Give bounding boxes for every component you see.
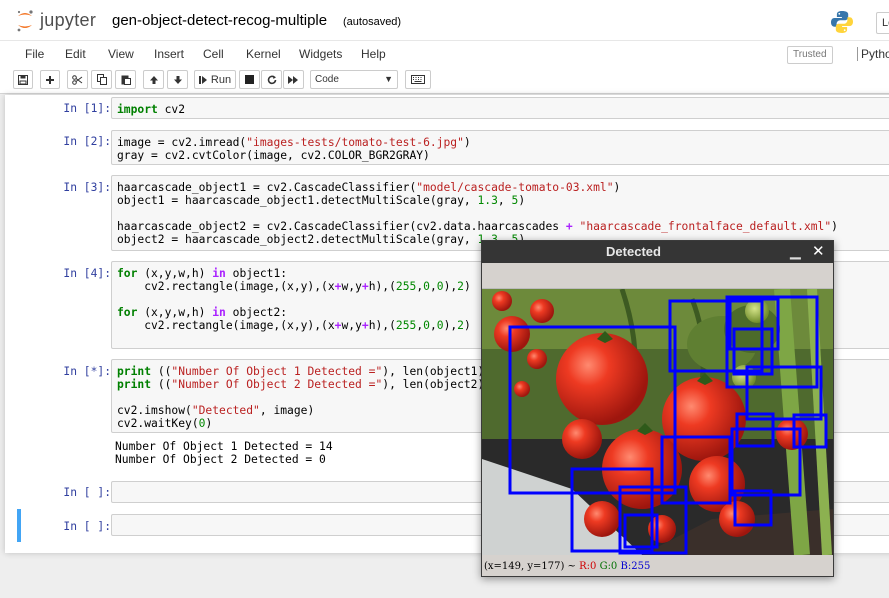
cell-prompt: In [*]:	[63, 365, 111, 378]
close-icon[interactable]: ✕	[812, 242, 825, 260]
jupyter-logo-text: jupyter	[40, 9, 97, 30]
python-logo-icon	[830, 10, 854, 39]
window-titlebar[interactable]: Detected ▁ ✕	[482, 241, 833, 263]
selected-cell-indicator	[17, 509, 21, 542]
cell-prompt: In [4]:	[63, 267, 111, 280]
interrupt-button[interactable]	[239, 70, 260, 89]
code-editor[interactable]: image = cv2.imread("images-tests/tomato-…	[111, 130, 889, 165]
jupyter-logo-icon	[14, 9, 36, 32]
stop-icon	[245, 75, 254, 84]
minimize-icon[interactable]: ▁	[790, 243, 801, 260]
cell-prompt: In [ ]:	[63, 486, 111, 499]
move-down-button[interactable]	[167, 70, 188, 89]
menu-view[interactable]: View	[108, 47, 134, 61]
window-title: Detected	[606, 244, 661, 259]
notebook-header: jupyter gen-object-detect-recog-multiple…	[0, 0, 889, 40]
kernel-indicator[interactable]: Pytho	[857, 47, 889, 61]
fast-forward-icon	[288, 75, 298, 84]
detected-image[interactable]	[482, 289, 833, 555]
trusted-badge[interactable]: Trusted	[787, 46, 833, 64]
restart-run-all-button[interactable]	[283, 70, 304, 89]
cut-button[interactable]	[67, 70, 88, 89]
window-toolbar-area	[482, 263, 833, 289]
plus-icon	[46, 75, 54, 84]
paste-icon	[121, 75, 131, 85]
menubar: File Edit View Insert Cell Kernel Widget…	[0, 40, 889, 66]
move-up-button[interactable]	[143, 70, 164, 89]
restart-button[interactable]	[261, 70, 282, 89]
status-green: G:0	[599, 561, 618, 572]
run-button[interactable]: Run	[194, 70, 236, 89]
tomato-photo	[482, 289, 833, 555]
menu-help[interactable]: Help	[361, 47, 386, 61]
menu-kernel[interactable]: Kernel	[246, 47, 281, 61]
notebook-title[interactable]: gen-object-detect-recog-multiple	[112, 12, 327, 29]
keyboard-icon	[411, 75, 425, 84]
cell-prompt: In [ ]:	[63, 520, 111, 533]
cell-prompt: In [1]:	[63, 102, 111, 115]
arrow-down-icon	[173, 75, 182, 84]
step-forward-icon	[198, 75, 207, 84]
detected-window[interactable]: Detected ▁ ✕ (x=149, y=177) ~ R:0 G:0 B:…	[481, 240, 834, 577]
save-icon	[18, 74, 28, 85]
copy-button[interactable]	[91, 70, 112, 89]
menu-cell[interactable]: Cell	[203, 47, 224, 61]
menu-widgets[interactable]: Widgets	[299, 47, 342, 61]
logout-button[interactable]: Lo	[876, 12, 889, 34]
status-blue: B:255	[620, 561, 651, 572]
save-button[interactable]	[13, 70, 33, 89]
scissors-icon	[72, 74, 83, 85]
copy-icon	[96, 74, 107, 85]
output-line: Number Of Object 1 Detected = 14	[115, 440, 333, 453]
insert-cell-button[interactable]	[40, 70, 60, 89]
jupyter-logo[interactable]: jupyter	[14, 9, 97, 32]
code-editor[interactable]: import cv2	[111, 97, 889, 119]
menu-insert[interactable]: Insert	[154, 47, 184, 61]
menu-edit[interactable]: Edit	[65, 47, 86, 61]
status-coords: (x=149, y=177) ~	[484, 561, 580, 572]
paste-button[interactable]	[115, 70, 136, 89]
cell-prompt: In [3]:	[63, 181, 111, 194]
cell-type-select[interactable]: Code ▼	[310, 70, 398, 89]
arrow-up-icon	[149, 75, 158, 84]
menu-file[interactable]: File	[25, 47, 44, 61]
output-line: Number Of Object 2 Detected = 0	[115, 453, 326, 466]
window-status-bar: (x=149, y=177) ~ R:0 G:0 B:255	[482, 559, 833, 576]
toolbar: Run Code ▼	[0, 66, 889, 94]
caret-down-icon: ▼	[384, 74, 393, 84]
refresh-icon	[267, 75, 276, 84]
status-red: R:0	[579, 561, 597, 572]
cell-type-value: Code	[315, 74, 339, 85]
run-button-label: Run	[210, 73, 232, 86]
command-palette-button[interactable]	[405, 70, 431, 89]
autosave-status: (autosaved)	[343, 16, 402, 28]
cell-prompt: In [2]:	[63, 135, 111, 148]
